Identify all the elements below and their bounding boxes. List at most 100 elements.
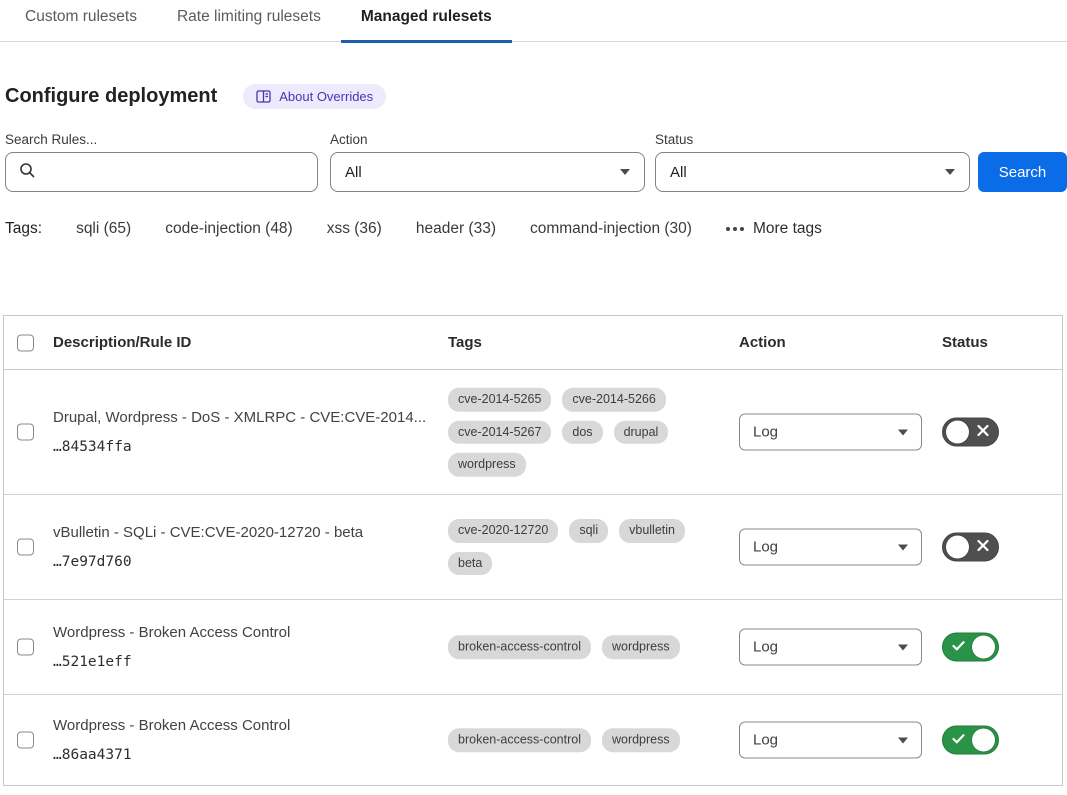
rule-status-toggle[interactable] [942,418,999,447]
rule-description: vBulletin - SQLi - CVE:CVE-2020-12720 - … [53,524,445,541]
search-label: Search Rules... [5,132,318,147]
column-header-action: Action [739,316,786,370]
rule-action-cell: Log [739,629,922,666]
rule-status-cell [942,726,999,755]
rule-action-value: Log [753,639,778,656]
tag-pill: beta [448,552,492,576]
table-header: Description/Rule ID Tags Action Status [4,316,1062,370]
page-title: Configure deployment [5,85,217,108]
tag-link[interactable]: sqli (65) [76,220,131,238]
row-checkbox[interactable] [17,539,34,556]
row-checkbox[interactable] [17,424,34,441]
tab-managed-rulesets[interactable]: Managed rulesets [341,0,512,42]
rule-action-cell: Log [739,529,922,566]
status-filter-group: Status All [655,132,970,192]
column-header-description: Description/Rule ID [53,316,191,370]
chevron-down-icon [898,737,908,743]
x-icon [977,538,989,556]
select-all-checkbox[interactable] [17,334,34,351]
tags-bar: Tags: sqli (65) code-injection (48) xss (3… [5,220,822,238]
tag-pill: cve-2014-5266 [562,388,665,412]
tag-pill: dos [562,420,602,444]
tag-pill: wordpress [602,728,680,752]
tag-link[interactable]: xss (36) [327,220,382,238]
rule-id: …86aa4371 [53,747,445,763]
rule-description: Wordpress - Broken Access Control [53,717,445,734]
tag-pill: broken-access-control [448,728,591,752]
rule-description-cell: Drupal, Wordpress - DoS - XMLRPC - CVE:C… [53,409,445,455]
rule-action-select[interactable]: Log [739,722,922,759]
tag-pill: wordpress [602,635,680,659]
table-row: Drupal, Wordpress - DoS - XMLRPC - CVE:C… [4,370,1062,495]
tab-bar: Custom rulesetsRate limiting rulesetsMan… [0,0,1067,42]
tag-pill: cve-2020-12720 [448,519,558,543]
column-header-status: Status [942,316,988,370]
rules-table: Description/Rule ID Tags Action Status D… [3,315,1063,786]
rule-description-cell: Wordpress - Broken Access Control …86aa4… [53,717,445,763]
check-icon [952,731,965,749]
rule-id: …521e1eff [53,654,445,670]
rule-action-select[interactable]: Log [739,529,922,566]
chevron-down-icon [898,644,908,650]
toggle-knob [972,729,995,752]
more-tags-label: More tags [753,220,822,238]
column-header-tags: Tags [448,316,482,370]
chevron-down-icon [898,544,908,550]
x-icon [977,423,989,441]
search-icon [19,162,36,183]
check-icon [952,638,965,656]
chevron-down-icon [620,169,630,175]
tag-link[interactable]: command-injection (30) [530,220,692,238]
section-head: Configure deployment About Overrides [5,84,386,109]
row-checkbox[interactable] [17,639,34,656]
tag-pill: cve-2014-5265 [448,388,551,412]
rule-action-cell: Log [739,414,922,451]
rule-action-select[interactable]: Log [739,629,922,666]
rule-action-cell: Log [739,722,922,759]
tags-label: Tags: [5,220,42,238]
tag-pill: vbulletin [619,519,685,543]
search-input[interactable] [5,152,318,192]
rule-status-cell [942,633,999,662]
toggle-knob [946,536,969,559]
rule-tags-cell: cve-2014-5265 cve-2014-5266 cve-2014-5267 d… [448,388,700,477]
about-overrides-label: About Overrides [279,89,373,104]
status-filter-label: Status [655,132,970,147]
tag-pill: drupal [614,420,669,444]
tab-rate-limiting-rulesets[interactable]: Rate limiting rulesets [157,0,341,42]
rule-status-toggle[interactable] [942,726,999,755]
tag-link[interactable]: header (33) [416,220,496,238]
row-checkbox[interactable] [17,732,34,749]
more-tags-button[interactable]: More tags [726,220,822,238]
tag-pill: cve-2014-5267 [448,420,551,444]
rule-action-select[interactable]: Log [739,414,922,451]
table-row: Wordpress - Broken Access Control …521e1… [4,600,1062,695]
tag-pill: wordpress [448,453,526,477]
search-button[interactable]: Search [978,152,1067,192]
about-overrides-badge[interactable]: About Overrides [243,84,386,109]
status-filter-select[interactable]: All [655,152,970,192]
table-row: Wordpress - Broken Access Control …86aa4… [4,695,1062,786]
managed-rulesets-page: Custom rulesetsRate limiting rulesetsMan… [0,0,1067,795]
tab-custom-rulesets[interactable]: Custom rulesets [5,0,157,42]
rule-description-cell: vBulletin - SQLi - CVE:CVE-2020-12720 - … [53,524,445,570]
toggle-knob [946,421,969,444]
action-filter-select[interactable]: All [330,152,645,192]
rule-description: Drupal, Wordpress - DoS - XMLRPC - CVE:C… [53,409,445,426]
rule-action-value: Log [753,732,778,749]
rule-status-toggle[interactable] [942,533,999,562]
chevron-down-icon [945,169,955,175]
book-icon [256,90,271,103]
rule-description: Wordpress - Broken Access Control [53,624,445,641]
rule-tags-cell: cve-2020-12720sqlivbulletinbeta [448,519,700,575]
rule-description-cell: Wordpress - Broken Access Control …521e1… [53,624,445,670]
rule-status-cell [942,418,999,447]
tag-pill: broken-access-control [448,635,591,659]
status-filter-value: All [670,164,687,181]
tag-link[interactable]: code-injection (48) [165,220,293,238]
action-filter-group: Action All [330,132,645,192]
table-row: vBulletin - SQLi - CVE:CVE-2020-12720 - … [4,495,1062,600]
rule-tags-cell: broken-access-control wordpress [448,728,700,752]
rule-status-toggle[interactable] [942,633,999,662]
rule-status-cell [942,533,999,562]
